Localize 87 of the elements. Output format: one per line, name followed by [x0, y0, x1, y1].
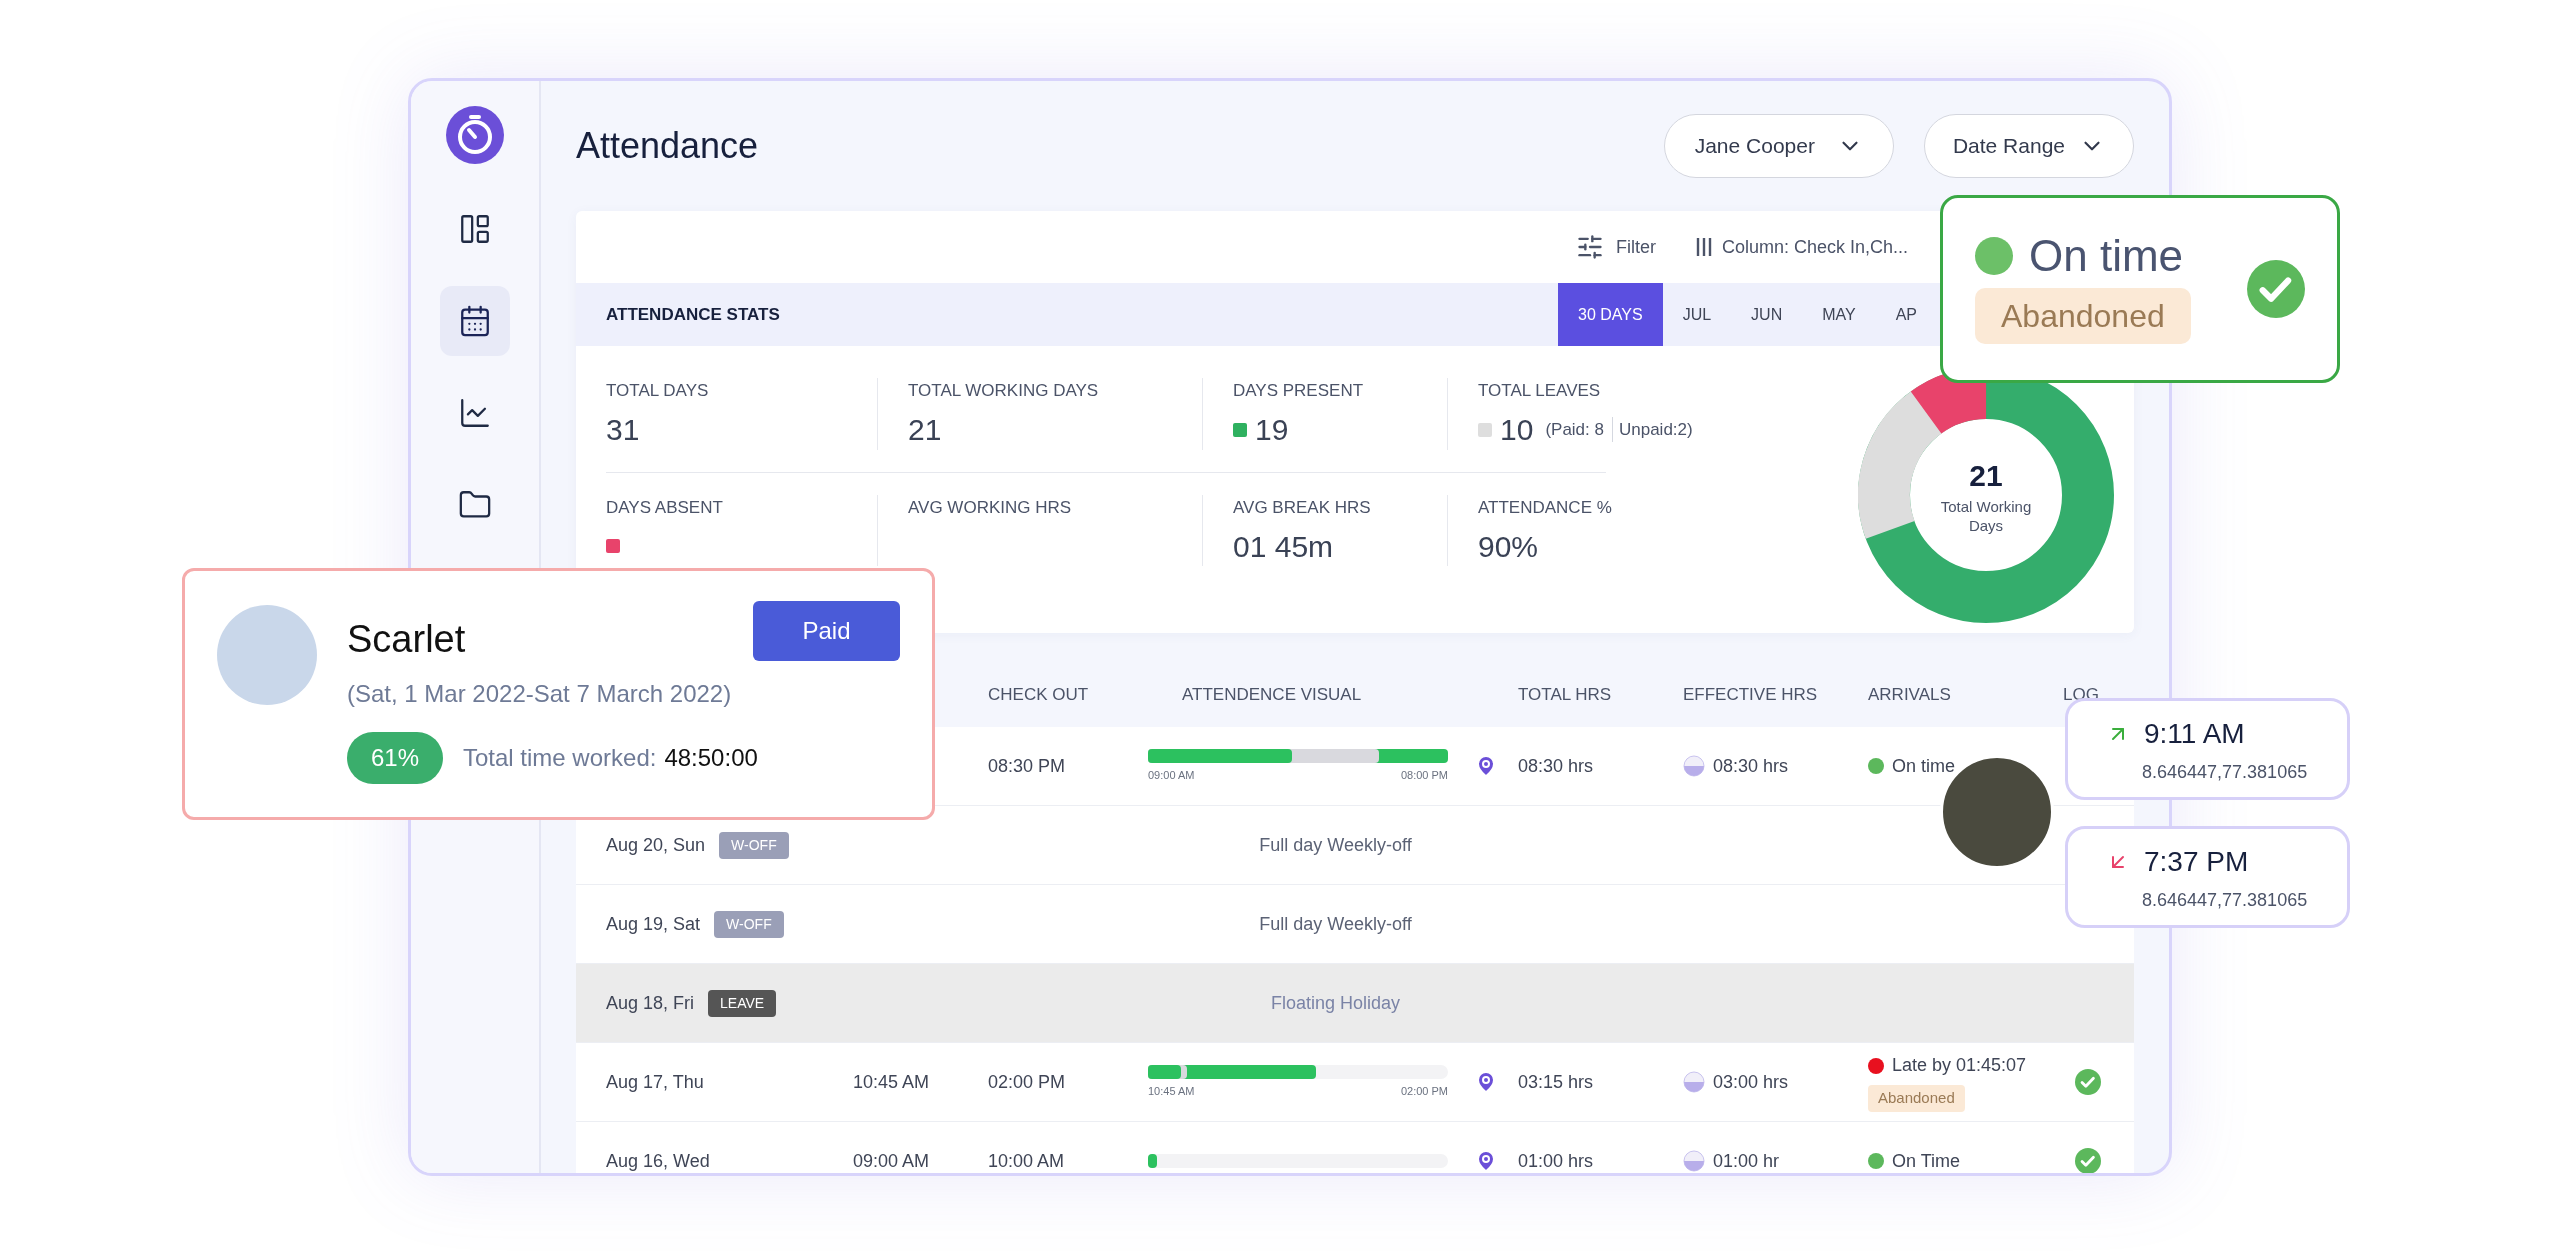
employee-name: Scarlet	[347, 617, 466, 662]
half-circle-icon	[1683, 755, 1705, 777]
paid-leaves: (Paid: 8	[1545, 418, 1604, 441]
date-cell: Aug 17, Thu	[606, 1071, 704, 1092]
period-tab[interactable]: 30 DAYS	[1558, 283, 1663, 346]
day-type-tag: W-OFF	[714, 910, 784, 938]
check-circle-icon	[2075, 1069, 2101, 1095]
total-hours-cell: 01:00 hrs	[1518, 1150, 1594, 1171]
check-in-cell: 09:00 AM	[853, 1150, 930, 1171]
date-cell-text: Aug 18, Fri	[606, 991, 695, 1015]
stat-label: AVG BREAK HRS	[1233, 496, 1372, 519]
effective-hours-cell-text: 01:00 hr	[1713, 1149, 1780, 1173]
period-tab[interactable]: AP	[1875, 283, 1937, 346]
paid-button[interactable]: Paid	[753, 601, 900, 661]
arrival-status: Late by 01:45:07	[1892, 1054, 2027, 1078]
column-header: CHECK OUT	[988, 684, 1090, 707]
stats-title: ATTENDANCE STATS	[606, 303, 781, 326]
stopwatch-logo	[446, 106, 504, 164]
calendar-icon	[458, 304, 492, 338]
log-coordinates: 8.646447,77.381065	[2141, 888, 2309, 912]
arrival-status: On time	[1892, 754, 1956, 778]
log-time: 7:37 PM	[2144, 844, 2249, 879]
effective-hours-cell-text: 08:30 hrs	[1713, 754, 1789, 778]
period-tab[interactable]: MAY	[1802, 283, 1876, 346]
stat-label: TOTAL LEAVES	[1478, 380, 1602, 402]
day-type-tag: W-OFF	[719, 831, 789, 859]
employee-dropdown[interactable]: Jane Cooper	[1663, 114, 1894, 178]
stat-value: 19	[1255, 412, 1289, 448]
half-circle-icon	[1683, 1071, 1705, 1093]
filter-icon	[1576, 233, 1604, 261]
day-type-tag: LEAVE	[708, 989, 777, 1017]
filter-button[interactable]: Filter	[1576, 233, 1656, 261]
percent-badge: 61%	[347, 732, 443, 784]
check-in-cell: 10:45 AM	[853, 1071, 930, 1092]
end-time-label: 02:00 PM	[1400, 1083, 1448, 1099]
check-out-cell: 02:00 PM	[988, 1071, 1066, 1092]
stat-label: TOTAL WORKING DAYS	[908, 380, 1100, 402]
column-header: EFFECTIVE HRS	[1683, 684, 1819, 707]
donut-value: 21	[1969, 458, 2003, 495]
unpaid-leaves: Unpaid:2)	[1611, 416, 1693, 443]
stat-value: 10	[1500, 412, 1534, 448]
column-header: ARRIVALS	[1868, 684, 1952, 707]
day-note: Full day Weekly-off	[1258, 833, 1413, 857]
sidebar-item[interactable]	[440, 286, 510, 356]
period-tab[interactable]: JUL	[1662, 283, 1732, 346]
start-time-label: 10:45 AM	[1148, 1083, 1195, 1099]
check-out-cell: 10:00 AM	[988, 1150, 1065, 1171]
column-header: ATTENDENCE VISUAL	[1181, 684, 1363, 707]
check-out-cell: 08:30 PM	[988, 755, 1066, 776]
stat-value: 01 45m	[1233, 528, 1334, 565]
effective-hours-cell-text: 03:00 hrs	[1713, 1070, 1789, 1094]
date-cell-text: Aug 19, Sat	[606, 912, 701, 936]
date-cell-text: Aug 20, Sun	[606, 833, 706, 857]
stat-label: ATTENDANCE %	[1478, 496, 1613, 519]
dashboard-icon	[458, 212, 492, 246]
stat-label: DAYS ABSENT	[606, 496, 724, 519]
stat-label: DAYS PRESENT	[1233, 380, 1365, 402]
stat-value: 31	[606, 412, 640, 448]
status-text: On time	[2029, 234, 2184, 278]
abandoned-tag: Abandoned	[1868, 1085, 1965, 1112]
day-note: Full day Weekly-off	[1258, 912, 1413, 936]
arrival-status: On Time	[1892, 1149, 1961, 1173]
date-cell: Aug 16, Wed	[606, 1150, 710, 1171]
abandoned-tag: Abandoned	[1975, 288, 2191, 344]
log-time: 9:11 AM	[2144, 716, 2245, 751]
total-hours-cell: 03:15 hrs	[1518, 1071, 1594, 1092]
day-note: Floating Holiday	[1269, 991, 1402, 1015]
column-selector[interactable]: Column: Check In,Ch...	[1696, 233, 1909, 261]
page-title: Attendance	[576, 124, 759, 168]
stat-label: TOTAL DAYS	[606, 380, 710, 402]
stat-label: AVG WORKING HRS	[908, 496, 1073, 519]
total-time-value: 48:50:00	[664, 743, 758, 773]
total-hours-cell: 08:30 hrs	[1518, 755, 1594, 776]
date-range-dropdown[interactable]: Date Range	[1923, 114, 2134, 178]
check-circle-icon	[2247, 260, 2305, 318]
stat-value: 90%	[1478, 528, 1539, 565]
end-time-label: 08:00 PM	[1400, 767, 1448, 783]
line-chart-icon	[458, 396, 492, 430]
date-period: (Sat, 1 Mar 2022-Sat 7 March 2022)	[347, 679, 733, 709]
log-coordinates: 8.646447,77.381065	[2141, 760, 2309, 784]
column-header: TOTAL HRS	[1518, 684, 1613, 707]
stat-value: 21	[908, 412, 942, 448]
donut-caption: Total Working Days	[1939, 498, 2033, 536]
period-tab[interactable]: JUN	[1731, 283, 1803, 346]
columns-icon	[1696, 236, 1712, 258]
start-time-label: 09:00 AM	[1148, 767, 1195, 783]
total-time-label: Total time worked:	[463, 743, 657, 773]
